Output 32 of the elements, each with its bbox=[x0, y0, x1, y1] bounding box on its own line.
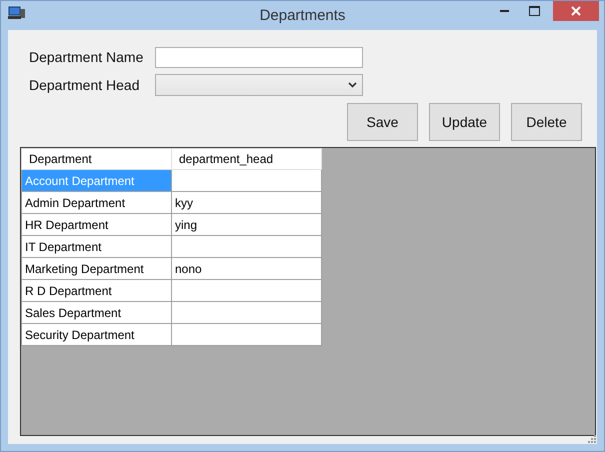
table-cell[interactable]: kyy bbox=[172, 192, 322, 214]
column-header[interactable]: Department bbox=[22, 148, 172, 170]
table-cell[interactable]: IT Department bbox=[22, 236, 172, 258]
minimize-icon bbox=[500, 10, 508, 12]
table-cell[interactable] bbox=[172, 302, 322, 324]
window-title: Departments bbox=[260, 7, 346, 24]
maximize-icon bbox=[528, 6, 540, 16]
table-cell[interactable] bbox=[172, 170, 322, 192]
close-icon bbox=[571, 6, 581, 16]
table-cell[interactable]: R D Department bbox=[22, 280, 172, 302]
action-button[interactable]: Delete bbox=[511, 103, 582, 141]
table-cell[interactable]: HR Department bbox=[22, 214, 172, 236]
resize-grip-icon[interactable] bbox=[588, 435, 596, 443]
table-cell[interactable]: ying bbox=[172, 214, 322, 236]
field-label: Department Head bbox=[29, 77, 141, 93]
app-icon bbox=[8, 6, 26, 20]
text-field[interactable] bbox=[155, 46, 363, 68]
table-cell[interactable]: Sales Department bbox=[22, 302, 172, 324]
field-label: Department Name bbox=[29, 49, 144, 65]
action-button[interactable]: Update bbox=[429, 103, 500, 141]
column-header[interactable]: department_head bbox=[172, 148, 322, 170]
table-cell[interactable]: Security Department bbox=[22, 324, 172, 346]
table-cell[interactable]: nono bbox=[172, 258, 322, 280]
close-button[interactable] bbox=[553, 1, 599, 21]
action-button[interactable]: Save bbox=[347, 103, 418, 141]
table-cell[interactable]: Admin Department bbox=[22, 192, 172, 214]
table-cell[interactable] bbox=[172, 236, 322, 258]
caret-icon bbox=[348, 82, 357, 88]
dropdown[interactable] bbox=[155, 74, 363, 96]
table-cell[interactable]: Marketing Department bbox=[22, 258, 172, 280]
table-cell[interactable] bbox=[172, 324, 322, 346]
table-cell[interactable] bbox=[172, 280, 322, 302]
